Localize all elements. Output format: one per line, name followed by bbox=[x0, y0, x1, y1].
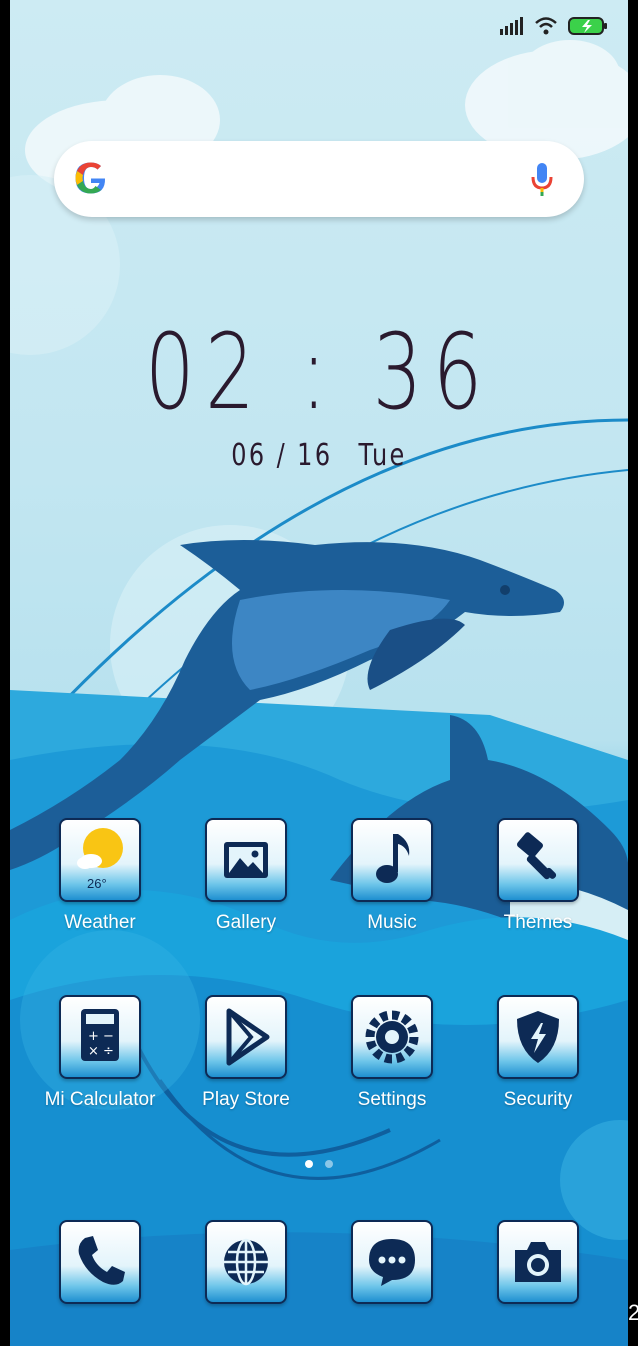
battery-charging-icon bbox=[568, 17, 607, 35]
music-note-icon bbox=[351, 818, 433, 902]
calculator-icon: + − × ÷ bbox=[59, 995, 141, 1079]
app-label: Music bbox=[367, 912, 417, 933]
app-settings[interactable]: Settings bbox=[322, 995, 462, 1111]
app-mi-calculator[interactable]: + − × ÷ Mi Calculator bbox=[30, 995, 170, 1111]
app-label: Play Store bbox=[202, 1089, 290, 1110]
phone-icon bbox=[59, 1220, 141, 1304]
page-dot-1[interactable] bbox=[305, 1160, 313, 1168]
status-bar bbox=[500, 16, 608, 36]
dock-phone[interactable] bbox=[30, 1220, 170, 1304]
wifi-icon bbox=[535, 17, 557, 35]
google-search-bar[interactable] bbox=[54, 141, 584, 217]
dock-browser[interactable] bbox=[176, 1220, 316, 1304]
shield-icon bbox=[497, 995, 579, 1079]
google-logo bbox=[75, 162, 106, 194]
app-music[interactable]: Music bbox=[322, 818, 462, 934]
dock-messaging[interactable] bbox=[322, 1220, 462, 1304]
app-label: Security bbox=[503, 1089, 573, 1110]
page-indicator[interactable] bbox=[10, 1160, 628, 1168]
app-weather[interactable]: 26° Weather bbox=[30, 818, 170, 934]
paintbrush-icon bbox=[497, 818, 579, 902]
date-text: 06 / 16 bbox=[231, 438, 333, 473]
gallery-icon bbox=[205, 818, 287, 902]
app-label: Weather bbox=[64, 912, 136, 933]
app-gallery[interactable]: Gallery bbox=[176, 818, 316, 934]
gear-icon bbox=[351, 995, 433, 1079]
app-security[interactable]: Security bbox=[468, 995, 608, 1111]
page-dot-2[interactable] bbox=[325, 1160, 333, 1168]
home-screen: 02 : 36 06 / 16 Tue 26° Weather Gallery bbox=[10, 0, 628, 1346]
edge-text: 2 bbox=[628, 1300, 638, 1325]
browser-globe-icon bbox=[205, 1220, 287, 1304]
svg-text:× ÷: × ÷ bbox=[88, 1044, 114, 1059]
mic-icon[interactable] bbox=[530, 161, 554, 197]
app-themes[interactable]: Themes bbox=[468, 818, 608, 934]
signal-icon bbox=[500, 17, 523, 35]
app-label: Gallery bbox=[215, 912, 277, 933]
app-label: Settings bbox=[357, 1089, 427, 1110]
messaging-icon bbox=[351, 1220, 433, 1304]
weather-icon: 26° bbox=[59, 818, 141, 902]
app-label: Themes bbox=[503, 912, 573, 933]
clock-date[interactable]: 06 / 16 Tue bbox=[72, 438, 566, 473]
dock-camera[interactable] bbox=[468, 1220, 608, 1304]
app-play-store[interactable]: Play Store bbox=[176, 995, 316, 1111]
weekday-text: Tue bbox=[358, 438, 407, 473]
weather-temp: 26° bbox=[87, 876, 107, 891]
clock-time[interactable]: 02 : 36 bbox=[87, 320, 551, 424]
play-store-icon bbox=[205, 995, 287, 1079]
camera-icon bbox=[497, 1220, 579, 1304]
app-label: Mi Calculator bbox=[44, 1089, 156, 1110]
svg-text:+ −: + − bbox=[88, 1029, 114, 1044]
